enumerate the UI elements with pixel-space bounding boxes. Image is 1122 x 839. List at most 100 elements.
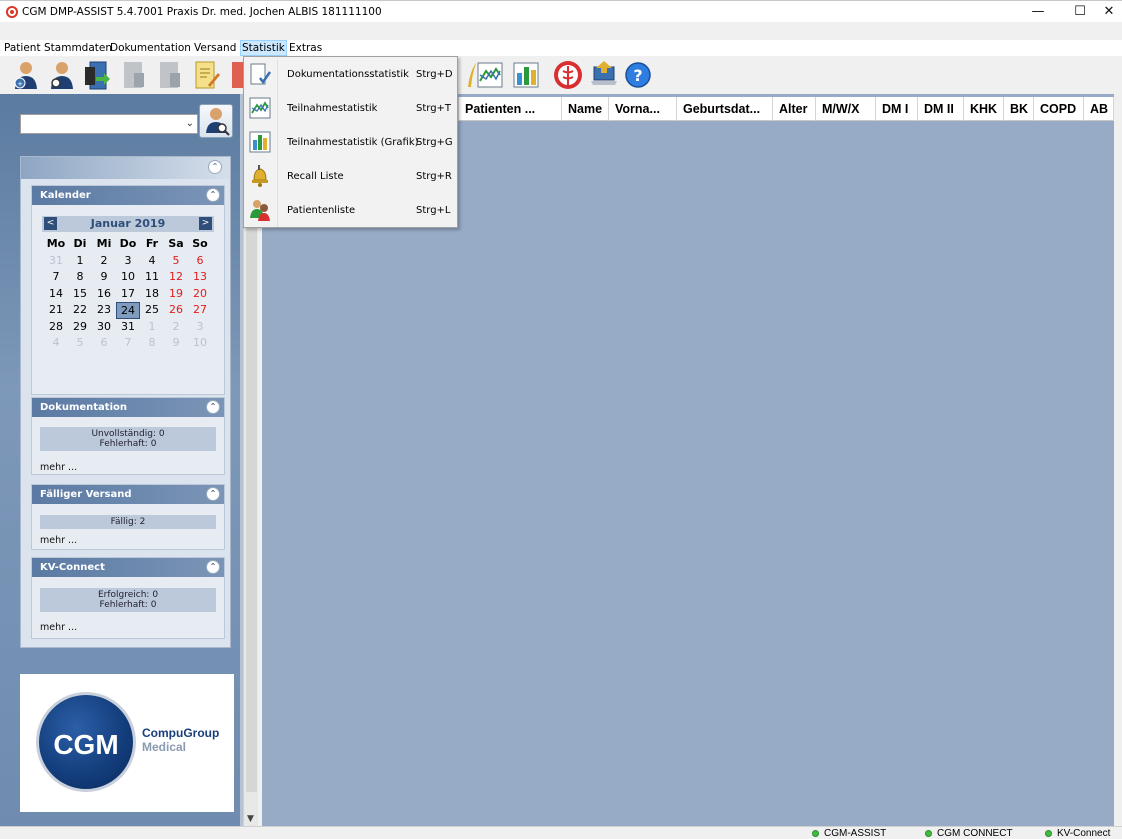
calendar-day[interactable]: 22 — [68, 302, 92, 319]
column-header-bk[interactable]: BK — [1004, 97, 1034, 121]
menu-item-recall-liste[interactable]: Recall Liste Strg+R — [244, 160, 457, 192]
panel-header: ⌃ — [21, 157, 230, 179]
bar-chart-button[interactable] — [510, 59, 542, 91]
calendar-day[interactable]: 9 — [164, 335, 188, 352]
collapse-all-icon[interactable]: ⌃ — [208, 160, 222, 174]
calendar-day[interactable]: 2 — [92, 253, 116, 270]
minimize-button[interactable]: — — [1016, 1, 1060, 23]
calendar-day[interactable]: 10 — [116, 269, 140, 286]
calendar-day[interactable]: 26 — [164, 302, 188, 319]
column-header-firstname[interactable]: Vorna... — [609, 97, 677, 121]
calendar-day[interactable]: 27 — [188, 302, 212, 319]
calendar-day[interactable]: 15 — [68, 286, 92, 303]
calendar-day-today[interactable]: 24 — [116, 302, 140, 319]
shipping-more-link[interactable]: mehr ... — [40, 535, 77, 546]
calendar-day[interactable]: 19 — [164, 286, 188, 303]
scroll-down-icon[interactable]: ▼ — [247, 814, 254, 824]
menu-stammdaten[interactable]: Stammdaten — [43, 41, 113, 56]
calendar-day[interactable]: 23 — [92, 302, 116, 319]
calendar-day[interactable]: 16 — [92, 286, 116, 303]
menu-versand[interactable]: Versand — [193, 41, 237, 56]
menu-item-dokumentationsstatistik[interactable]: Dokumentationsstatistik Strg+D — [244, 58, 457, 90]
column-header-dm1[interactable]: DM I — [876, 97, 918, 121]
column-header-khk[interactable]: KHK — [964, 97, 1004, 121]
calendar-day[interactable]: 7 — [44, 269, 68, 286]
calendar-day[interactable]: 28 — [44, 319, 68, 336]
document-button-1[interactable] — [118, 59, 150, 91]
kv-connect-more-link[interactable]: mehr ... — [40, 622, 77, 633]
calendar-day[interactable]: 31 — [44, 253, 68, 270]
column-header-name[interactable]: Name — [562, 97, 609, 121]
add-patient-button[interactable]: + — [10, 59, 42, 91]
line-chart-icon — [249, 97, 271, 119]
column-header-birthdate[interactable]: Geburtsdat... — [677, 97, 773, 121]
calendar-day[interactable]: 3 — [116, 253, 140, 270]
calendar-day[interactable]: 11 — [140, 269, 164, 286]
column-header-ab[interactable]: AB — [1084, 97, 1114, 121]
calendar-day[interactable]: 29 — [68, 319, 92, 336]
menu-dokumentation[interactable]: Dokumentation — [109, 41, 192, 56]
patient-search-combobox[interactable]: ⌄ — [20, 114, 198, 134]
calendar-day[interactable]: 5 — [164, 253, 188, 270]
calendar-day[interactable]: 20 — [188, 286, 212, 303]
column-header-copd[interactable]: COPD — [1034, 97, 1084, 121]
calendar-day[interactable]: 8 — [68, 269, 92, 286]
column-header-age[interactable]: Alter — [773, 97, 816, 121]
calendar-day[interactable]: 31 — [116, 319, 140, 336]
menu-item-patientenliste[interactable]: Patientenliste Strg+L — [244, 194, 457, 226]
chevron-down-icon[interactable]: ⌄ — [186, 118, 194, 129]
calendar-day[interactable]: 5 — [68, 335, 92, 352]
column-header-patient-id[interactable]: Patienten ... — [459, 97, 562, 121]
medical-button[interactable] — [552, 59, 584, 91]
calendar-day[interactable]: 6 — [92, 335, 116, 352]
column-header-sex[interactable]: M/W/X — [816, 97, 876, 121]
close-button[interactable]: ✕ — [1096, 1, 1122, 23]
cgm-logo-mark: CGM — [36, 692, 136, 792]
documentation-more-link[interactable]: mehr ... — [40, 462, 77, 473]
calendar-day[interactable]: 2 — [164, 319, 188, 336]
help-button[interactable]: ? — [622, 59, 654, 91]
calendar-day[interactable]: 12 — [164, 269, 188, 286]
line-chart-button[interactable] — [474, 59, 506, 91]
calendar-day[interactable]: 13 — [188, 269, 212, 286]
calendar-day[interactable]: 21 — [44, 302, 68, 319]
status-ok-icon — [812, 830, 819, 837]
calendar-day[interactable]: 10 — [188, 335, 212, 352]
menu-item-teilnahmestatistik-grafik[interactable]: Teilnahmestatistik (Grafik) Strg+G — [244, 126, 457, 158]
document-button-2[interactable] — [154, 59, 186, 91]
column-header-dm2[interactable]: DM II — [918, 97, 964, 121]
calendar-day[interactable]: 18 — [140, 286, 164, 303]
calendar-day[interactable]: 30 — [92, 319, 116, 336]
calendar-day[interactable]: 3 — [188, 319, 212, 336]
grid-scrollbar[interactable] — [1114, 94, 1122, 826]
menu-item-teilnahmestatistik[interactable]: Teilnahmestatistik Strg+T — [244, 92, 457, 124]
calendar-day[interactable]: 8 — [140, 335, 164, 352]
door-icon — [85, 61, 110, 90]
open-door-button[interactable] — [82, 59, 114, 91]
menu-item-label: Patientenliste — [287, 205, 356, 216]
menu-statistik[interactable]: Statistik — [240, 40, 287, 56]
collapse-kv-connect-icon[interactable]: ⌃ — [206, 560, 220, 574]
calendar-day[interactable]: 6 — [188, 253, 212, 270]
patient-search-button[interactable] — [46, 59, 78, 91]
collapse-calendar-icon[interactable]: ⌃ — [206, 188, 220, 202]
calendar-day[interactable]: 9 — [92, 269, 116, 286]
calendar-day[interactable]: 4 — [44, 335, 68, 352]
documentation-section: Dokumentation ⌃ Unvollständig: 0 Fehlerh… — [31, 397, 225, 475]
collapse-shipping-icon[interactable]: ⌃ — [206, 487, 220, 501]
next-month-button[interactable]: > — [199, 217, 212, 230]
calendar-day[interactable]: 1 — [140, 319, 164, 336]
collapse-documentation-icon[interactable]: ⌃ — [206, 400, 220, 414]
calendar-day[interactable]: 1 — [68, 253, 92, 270]
menu-extras[interactable]: Extras — [288, 41, 323, 56]
weekday-label: So — [192, 237, 208, 250]
calendar-day[interactable]: 25 — [140, 302, 164, 319]
calendar-day[interactable]: 4 — [140, 253, 164, 270]
calendar-day[interactable]: 17 — [116, 286, 140, 303]
send-button[interactable] — [588, 59, 620, 91]
edit-document-button[interactable] — [190, 59, 222, 91]
calendar-day[interactable]: 14 — [44, 286, 68, 303]
menu-patient[interactable]: Patient — [3, 41, 42, 56]
sidebar-search-button[interactable] — [199, 104, 233, 138]
calendar-day[interactable]: 7 — [116, 335, 140, 352]
